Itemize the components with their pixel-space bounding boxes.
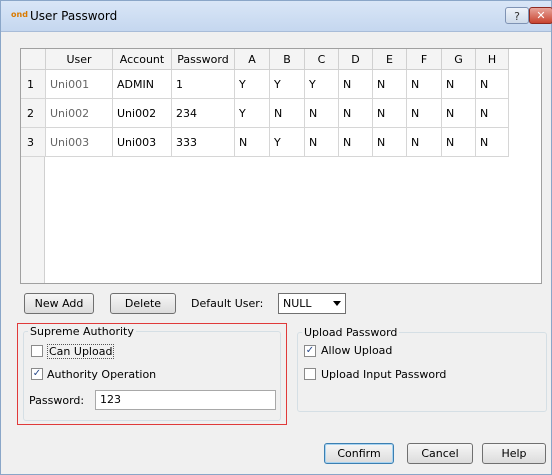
cell-b[interactable]: Y [269, 69, 305, 99]
cell-g[interactable]: N [441, 69, 476, 99]
cell-d[interactable]: N [338, 98, 373, 128]
col-header-d[interactable]: D [338, 49, 373, 70]
table-row[interactable]: 3 Uni003 Uni003 333 N Y N N N N N N [21, 127, 509, 157]
cell-e[interactable]: N [372, 98, 407, 128]
col-header-c[interactable]: C [304, 49, 339, 70]
col-header-user[interactable]: User [45, 49, 113, 70]
col-header-b[interactable]: B [269, 49, 305, 70]
user-password-dialog: ond User Password ? ✕ User Account Passw… [0, 0, 552, 475]
cell-b[interactable]: N [269, 98, 305, 128]
corner-cell [21, 49, 46, 70]
cell-c[interactable]: N [304, 98, 339, 128]
cell-g[interactable]: N [441, 127, 476, 157]
cell-password[interactable]: 333 [171, 127, 235, 157]
cell-b[interactable]: Y [269, 127, 305, 157]
upload-password-title: Upload Password [302, 326, 400, 339]
allow-upload-label[interactable]: Allow Upload [321, 344, 392, 357]
cell-f[interactable]: N [406, 98, 442, 128]
chevron-down-icon[interactable] [333, 301, 341, 306]
cell-c[interactable]: Y [304, 69, 339, 99]
upload-input-password-checkbox[interactable] [304, 368, 316, 380]
default-user-value: NULL [283, 297, 312, 310]
upload-input-password-label[interactable]: Upload Input Password [321, 368, 446, 381]
allow-upload-checkbox[interactable]: ✓ [304, 345, 316, 357]
confirm-button[interactable]: Confirm [324, 443, 394, 464]
cell-account[interactable]: ADMIN [112, 69, 172, 99]
table-row[interactable]: 1 Uni001 ADMIN 1 Y Y Y N N N N N [21, 69, 509, 99]
cell-a[interactable]: Y [234, 69, 270, 99]
cancel-button[interactable]: Cancel [407, 443, 473, 464]
title-bar[interactable]: ond User Password ? ✕ [1, 1, 552, 32]
check-icon: ✓ [305, 345, 315, 356]
help-button[interactable]: Help [482, 443, 546, 464]
cell-a[interactable]: N [234, 127, 270, 157]
cell-h[interactable]: N [475, 127, 509, 157]
cell-c[interactable]: N [304, 127, 339, 157]
cell-g[interactable]: N [441, 98, 476, 128]
user-table[interactable]: User Account Password A B C D E F G H 1 … [20, 48, 542, 284]
cell-account[interactable]: Uni003 [112, 127, 172, 157]
close-button[interactable]: ✕ [529, 7, 552, 24]
title-help-button[interactable]: ? [505, 7, 529, 24]
cell-account[interactable]: Uni002 [112, 98, 172, 128]
table-header-row: User Account Password A B C D E F G H [21, 49, 509, 70]
col-header-h[interactable]: H [475, 49, 509, 70]
row-number[interactable]: 2 [21, 98, 46, 128]
col-header-a[interactable]: A [234, 49, 270, 70]
col-header-e[interactable]: E [372, 49, 407, 70]
cell-user[interactable]: Uni001 [45, 69, 113, 99]
cell-e[interactable]: N [372, 127, 407, 157]
app-icon: ond [11, 10, 28, 19]
table-row[interactable]: 2 Uni002 Uni002 234 Y N N N N N N N [21, 98, 509, 128]
cell-d[interactable]: N [338, 69, 373, 99]
cell-password[interactable]: 234 [171, 98, 235, 128]
cell-e[interactable]: N [372, 69, 407, 99]
cell-h[interactable]: N [475, 98, 509, 128]
cell-a[interactable]: Y [234, 98, 270, 128]
default-user-select[interactable]: NULL [278, 293, 346, 314]
delete-button[interactable]: Delete [110, 293, 176, 314]
col-header-f[interactable]: F [406, 49, 442, 70]
cell-user[interactable]: Uni002 [45, 98, 113, 128]
user-grid: User Account Password A B C D E F G H 1 … [21, 49, 509, 157]
default-user-label: Default User: [191, 297, 264, 310]
cell-password[interactable]: 1 [171, 69, 235, 99]
cell-f[interactable]: N [406, 127, 442, 157]
cell-user[interactable]: Uni003 [45, 127, 113, 157]
row-number[interactable]: 3 [21, 127, 46, 157]
new-add-button[interactable]: New Add [24, 293, 94, 314]
cell-f[interactable]: N [406, 69, 442, 99]
cell-h[interactable]: N [475, 69, 509, 99]
highlight-frame [17, 323, 287, 425]
col-header-g[interactable]: G [441, 49, 476, 70]
col-header-password[interactable]: Password [171, 49, 235, 70]
window-title: User Password [30, 9, 118, 23]
col-header-account[interactable]: Account [112, 49, 172, 70]
row-number[interactable]: 1 [21, 69, 46, 99]
cell-d[interactable]: N [338, 127, 373, 157]
